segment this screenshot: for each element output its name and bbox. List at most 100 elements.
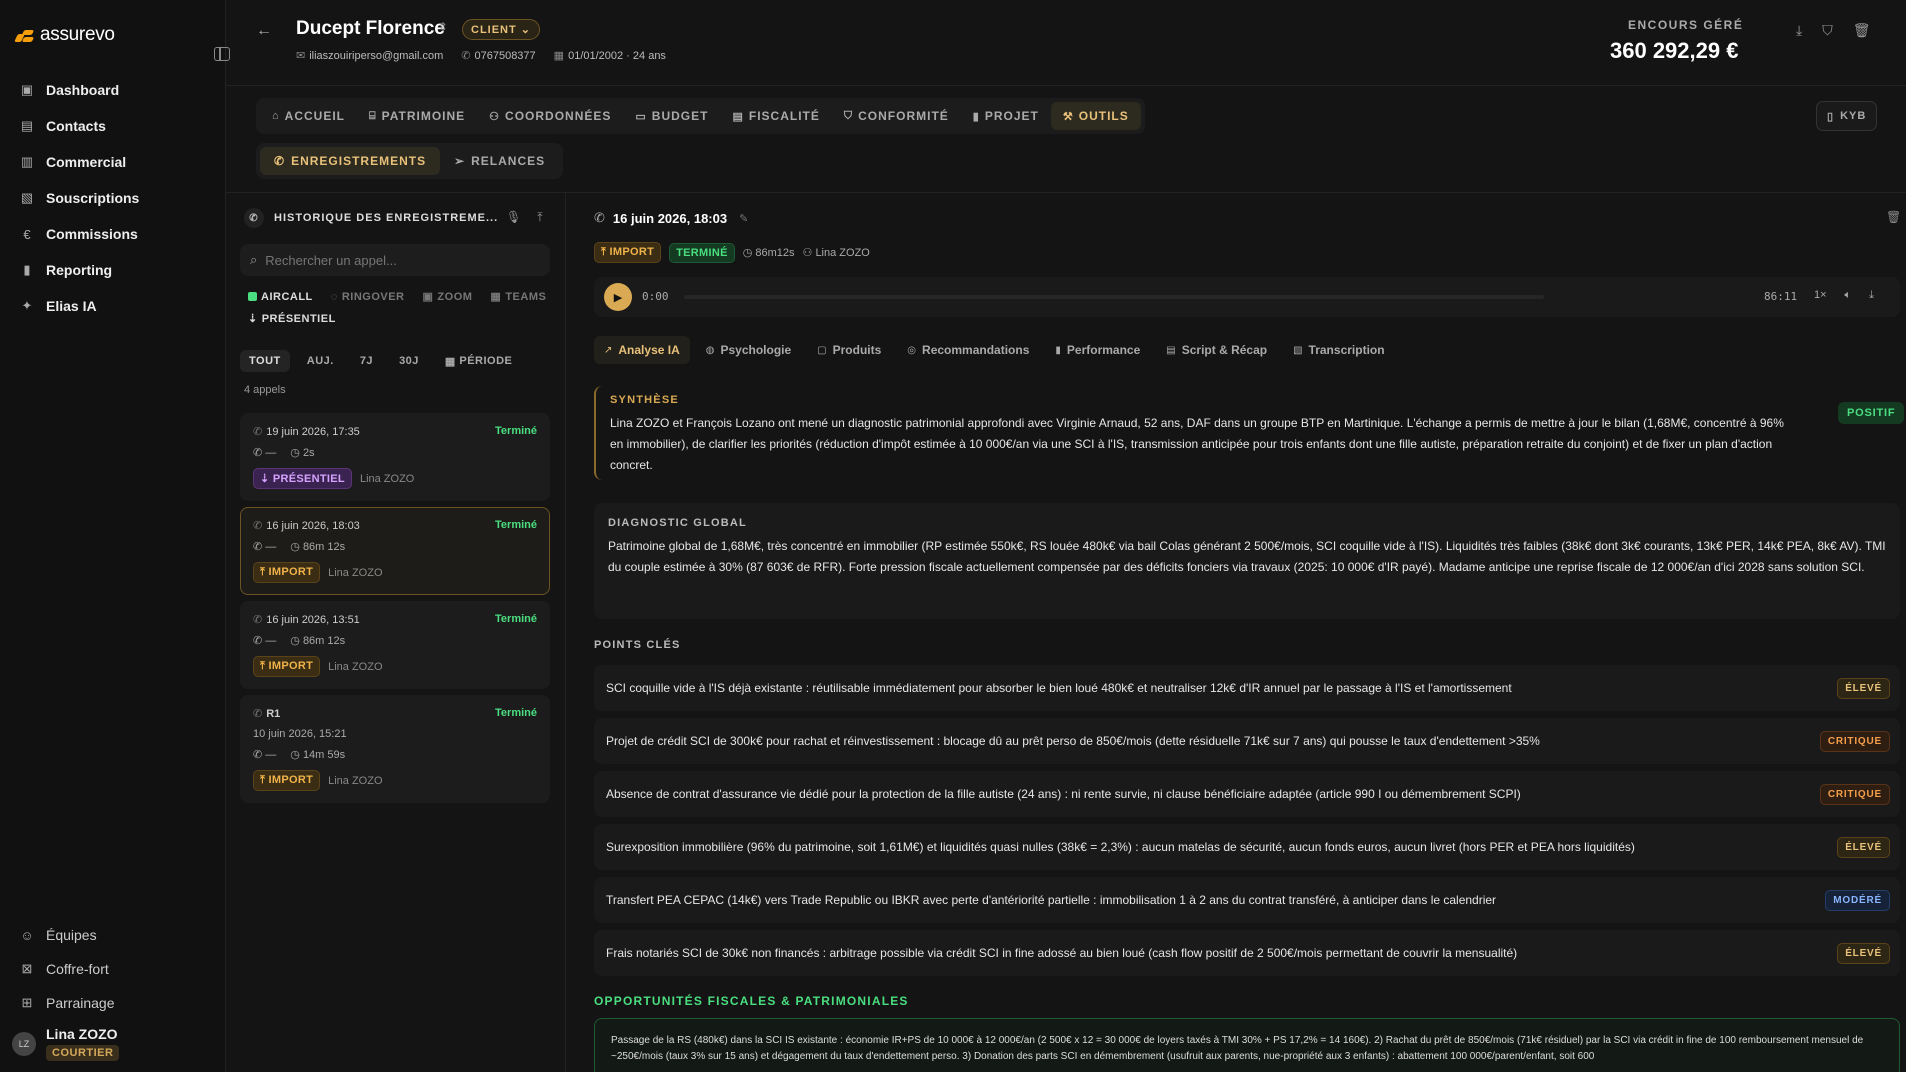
analysis-tabs: ↗ Analyse IA ◍ Psychologie ▢ Produits ◎ Reco… — [594, 336, 1395, 364]
download-icon[interactable]: ⤓ — [1869, 289, 1874, 302]
nav-item-commissions[interactable]: € Commissions — [0, 216, 226, 252]
chart-icon: ▮ — [972, 110, 979, 123]
call-item[interactable]: ✆ R1 Terminé 10 juin 2026, 15:21 ✆ — ◷ 14m … — [240, 695, 550, 803]
tab-patrimoine[interactable]: ⌸ PATRIMOINE — [357, 102, 477, 130]
volume-icon[interactable]: 🔈︎ — [1845, 289, 1852, 302]
tab-performance[interactable]: ▮ Performance — [1045, 336, 1150, 364]
call-date: 10 juin 2026, 15:21 — [253, 728, 347, 740]
tab-conformite[interactable]: ⛉ CONFORMITÉ — [832, 102, 961, 130]
call-item-selected[interactable]: ✆ 16 juin 2026, 18:03 Terminé ✆ — ◷ 86m 12s… — [240, 507, 550, 595]
client-switch-icon[interactable]: ⇕ — [438, 20, 448, 34]
tab-label: ACCUEIL — [284, 109, 345, 123]
filter-label: PÉRIODE — [459, 355, 513, 367]
import-tag-label: IMPORT — [609, 246, 655, 258]
call-tag-label: IMPORT — [268, 774, 314, 786]
filter-periode[interactable]: ▦ PÉRIODE — [436, 350, 521, 372]
call-item[interactable]: ✆ 16 juin 2026, 13:51 Terminé ✆ — ◷ 86m 12s… — [240, 601, 550, 689]
client-badge-label: CLIENT — [471, 24, 517, 36]
nav-item-equipes[interactable]: ☺ Équipes — [0, 918, 226, 952]
source-teams[interactable]: ▦ TEAMS — [490, 290, 547, 304]
nav-item-coffre-fort[interactable]: ⊠ Coffre-fort — [0, 952, 226, 986]
key-point-text: Transfert PEA CEPAC (14k€) vers Trade Re… — [606, 893, 1497, 907]
source-ringover[interactable]: ◌ RINGOVER — [331, 290, 405, 303]
edit-icon[interactable]: ✎ — [739, 212, 748, 225]
tab-recommandations[interactable]: ◎ Recommandations — [897, 336, 1039, 364]
call-source-tag: ⇣ PRÉSENTIEL — [253, 468, 352, 489]
subtab-enregistrements[interactable]: ✆ ENREGISTREMENTS — [260, 147, 441, 175]
nav-item-parrainage[interactable]: ⊞ Parrainage — [0, 986, 226, 1020]
tab-coordonnees[interactable]: ⚇ COORDONNÉES — [477, 102, 623, 130]
call-type: ✆ — — [253, 540, 276, 553]
opportunities-box: Passage de la RS (480k€) dans la SCI IS … — [594, 1018, 1900, 1072]
filter-tout[interactable]: TOUT — [240, 350, 290, 372]
nav-item-commercial[interactable]: ▥ Commercial — [0, 144, 226, 180]
client-header: ← Ducept Florence ⇕ CLIENT ⌄ ✉ iliaszouir… — [226, 0, 1906, 86]
call-dash: — — [265, 447, 277, 459]
ringover-icon: ◌ — [330, 290, 338, 303]
client-phone[interactable]: ✆ 0767508377 — [461, 49, 535, 62]
filter-7j[interactable]: 7J — [351, 350, 382, 372]
nav-item-elias-ia[interactable]: ✦ Elias IA — [0, 288, 226, 324]
search-input[interactable] — [265, 252, 526, 268]
nav-item-dashboard[interactable]: ▣ Dashboard — [0, 72, 226, 108]
trash-icon[interactable]: 🗑︎ — [1853, 22, 1871, 39]
call-item[interactable]: ✆ 19 juin 2026, 17:35 Terminé ✆ — ◷ 2s ⇣ PR… — [240, 413, 550, 501]
source-label: ZOOM — [437, 290, 473, 303]
filter-30j[interactable]: 30J — [390, 350, 428, 372]
progress-track[interactable] — [684, 295, 1544, 299]
tab-script-recap[interactable]: ▤ Script & Récap — [1156, 336, 1277, 364]
document-icon: ▧ — [20, 190, 34, 205]
tab-budget[interactable]: ▭ BUDGET — [623, 102, 720, 130]
play-button[interactable]: ▶ — [604, 283, 632, 311]
back-arrow-icon[interactable]: ← — [256, 22, 272, 40]
nav-item-reporting[interactable]: ▮ Reporting — [0, 252, 226, 288]
microphone-icon[interactable]: 🎙︎ — [506, 210, 521, 225]
tab-psychologie[interactable]: ◍ Psychologie — [696, 336, 801, 364]
client-status-badge[interactable]: CLIENT ⌄ — [462, 19, 541, 40]
phone-icon: ✆ — [253, 520, 263, 532]
tab-label: CONFORMITÉ — [858, 109, 949, 123]
download-icon[interactable]: ⤓ — [1796, 22, 1802, 39]
subtab-relances[interactable]: ➢ RELANCES — [440, 147, 559, 175]
call-duration: ◷ 14m 59s — [290, 748, 345, 761]
trash-icon[interactable]: 🗑︎ — [1886, 210, 1901, 224]
user-profile[interactable]: LZ Lina ZOZO COURTIER — [12, 1026, 120, 1061]
phone-icon: ✆ — [253, 708, 263, 720]
source-label: RINGOVER — [341, 290, 405, 303]
source-zoom[interactable]: ▣ ZOOM — [423, 290, 473, 304]
nav-item-souscriptions[interactable]: ▧ Souscriptions — [0, 180, 226, 216]
nav-item-contacts[interactable]: ▤ Contacts — [0, 108, 226, 144]
filter-aujourdhui[interactable]: AUJ. — [298, 350, 343, 372]
shield-icon[interactable]: ⛉ — [1822, 22, 1833, 39]
logo[interactable]: assurevo — [14, 24, 115, 46]
user-icon: ⚇ — [802, 247, 816, 259]
points-cles-label: POINTS CLÉS — [594, 639, 681, 651]
upload-icon[interactable]: ⤒ — [537, 210, 542, 225]
phone-icon: ✆ — [253, 749, 266, 761]
history-title-text: HISTORIQUE DES ENREGISTREME... — [274, 212, 499, 224]
current-time: 0:00 — [642, 290, 669, 303]
source-presentiel[interactable]: ⇣ PRÉSENTIEL — [248, 312, 336, 326]
tab-analyse-ia[interactable]: ↗ Analyse IA — [594, 336, 690, 364]
phone-icon: ✆ — [594, 210, 605, 225]
call-status: Terminé — [495, 425, 537, 437]
call-agent: Lina ZOZO — [328, 774, 383, 787]
tab-projet[interactable]: ▮ PROJET — [961, 102, 1051, 130]
source-aircall[interactable]: AIRCALL — [248, 290, 313, 303]
client-email[interactable]: ✉ iliaszouiriperso@gmail.com — [296, 49, 443, 62]
call-duration: ◷ 86m 12s — [290, 634, 345, 647]
audio-player: ▶ 0:00 86:11 1× 🔈︎ ⤓ — [594, 277, 1900, 317]
aircall-icon — [248, 292, 257, 301]
header-actions: ⤓ ⛉ 🗑︎ — [1796, 22, 1870, 39]
source-label: TEAMS — [505, 290, 547, 303]
call-date: ✆ 19 juin 2026, 17:35 — [253, 425, 360, 438]
playback-speed-button[interactable]: 1× — [1814, 289, 1827, 302]
tab-outils[interactable]: ⚒ OUTILS — [1050, 102, 1141, 130]
tab-transcription[interactable]: ▧ Transcription — [1283, 336, 1394, 364]
tab-accueil[interactable]: ⌂ ACCUEIL — [260, 102, 357, 130]
tab-fiscalite[interactable]: ▤ FISCALITÉ — [720, 102, 831, 130]
kyb-button[interactable]: ▯ KYB — [1816, 101, 1878, 131]
nav-label: Commercial — [46, 154, 127, 170]
recording-detail: ✆ 16 juin 2026, 18:03 ✎ 🗑︎ ⤒ IMPORT TERM… — [586, 193, 1906, 1072]
tab-produits[interactable]: ▢ Produits — [807, 336, 891, 364]
